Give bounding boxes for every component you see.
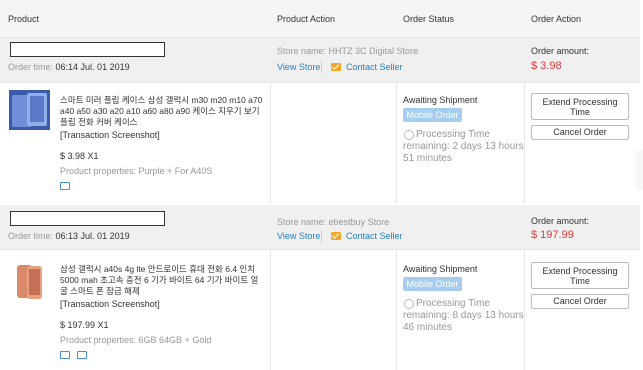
cancel-order-button[interactable]: Cancel Order [531, 125, 629, 140]
truck-icon[interactable] [60, 182, 70, 190]
order-header: Order time: 06:13 Jul. 01 2019 Store nam… [0, 205, 640, 250]
divider [321, 62, 322, 73]
price-quantity: $ 3.98 X1 [60, 151, 99, 161]
col-order-action: Order Action [531, 14, 582, 24]
mail-icon[interactable] [331, 63, 341, 71]
order-status: Awaiting Shipment [403, 264, 478, 274]
processing-time-remaining: Processing Time remaining: 2 days 13 hou… [403, 129, 524, 164]
col-order-status: Order Status [403, 14, 455, 24]
mobile-order-badge: Mobile Order [403, 108, 462, 122]
product-name-link[interactable]: 삼성 갤럭시 a40s 4g lte 안드로이드 휴대 전화 6.4 인치 50… [60, 264, 266, 297]
table-header: Product Product Action Order Status Orde… [0, 0, 640, 38]
divider [270, 250, 271, 370]
order-id-redacted [10, 42, 165, 57]
order-header: Order time: 06:14 Jul. 01 2019 Store nam… [0, 38, 640, 83]
product-properties: Product properties: Purple + For A40S [60, 166, 213, 176]
order-status: Awaiting Shipment [403, 95, 478, 105]
divider [270, 83, 271, 203]
order-amount-label: Order amount: [531, 46, 590, 56]
processing-time-remaining: Processing Time remaining: 8 days 13 hou… [403, 298, 524, 333]
product-thumbnail[interactable] [9, 90, 50, 130]
order-time: Order time: 06:13 Jul. 01 2019 [8, 231, 130, 241]
divider [321, 231, 322, 242]
mobile-order-badge: Mobile Order [403, 277, 462, 291]
scrollbar[interactable] [636, 150, 643, 190]
extend-processing-time-button[interactable]: Extend Processing Time [531, 93, 629, 120]
transaction-screenshot-link[interactable]: [Transaction Screenshot] [60, 299, 160, 309]
extend-processing-time-button[interactable]: Extend Processing Time [531, 262, 629, 289]
transaction-screenshot-link[interactable]: [Transaction Screenshot] [60, 130, 160, 140]
product-properties: Product properties: 6GB 64GB + Gold [60, 335, 212, 345]
view-store-link[interactable]: View Store [277, 62, 320, 72]
invoice-icon[interactable] [77, 351, 87, 359]
truck-icon[interactable] [60, 351, 70, 359]
store-name: Store name: HHTZ 3C Digital Store [277, 46, 419, 56]
col-product: Product [8, 14, 40, 24]
contact-seller-link[interactable]: Contact Seller [346, 231, 403, 241]
divider [396, 250, 397, 370]
product-thumbnail[interactable] [9, 262, 50, 302]
order-amount-label: Order amount: [531, 216, 590, 226]
product-name-link[interactable]: 스마트 미러 플립 케이스 삼성 갤럭시 m30 m20 m10 a70 a40… [60, 95, 266, 128]
divider [396, 83, 397, 203]
order-amount: $ 197.99 [531, 229, 574, 241]
price-quantity: $ 197.99 X1 [60, 320, 109, 330]
contact-seller-link[interactable]: Contact Seller [346, 62, 403, 72]
view-store-link[interactable]: View Store [277, 231, 320, 241]
order-time: Order time: 06:14 Jul. 01 2019 [8, 62, 130, 72]
cancel-order-button[interactable]: Cancel Order [531, 294, 629, 309]
order-amount: $ 3.98 [531, 60, 562, 72]
mail-icon[interactable] [331, 232, 341, 240]
store-name: Store name: ebestbuy Store [277, 217, 390, 227]
order-id-redacted [10, 211, 165, 226]
col-product-action: Product Action [277, 14, 336, 24]
